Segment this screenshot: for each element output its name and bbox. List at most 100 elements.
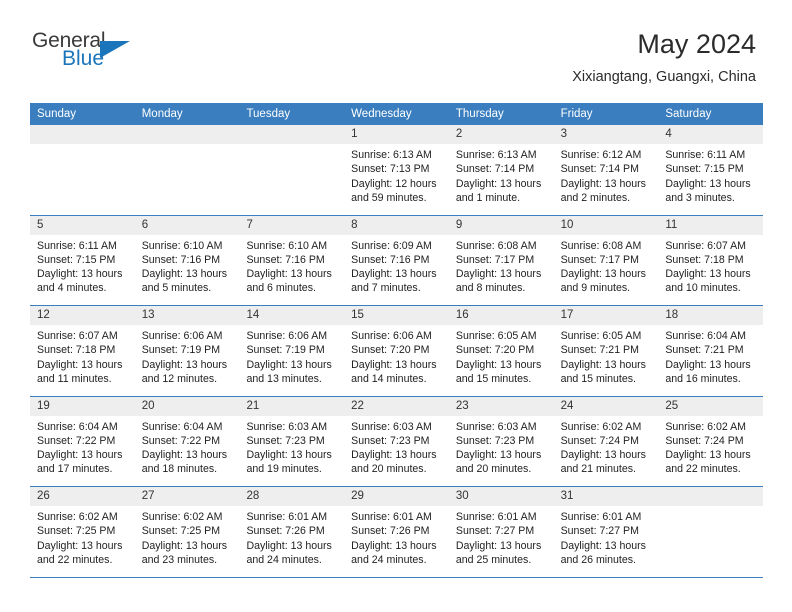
sunset-text: Sunset: 7:26 PM [351, 525, 430, 538]
sunset-text: Sunset: 7:26 PM [246, 525, 325, 538]
calendar-day-cell[interactable]: 15 Sunrise: 6:06 AM Sunset: 7:20 PM Dayligh… [344, 306, 449, 396]
sunset-text: Sunset: 7:27 PM [560, 525, 639, 538]
day-details: Sunrise: 6:13 AM Sunset: 7:14 PM Daylight:… [449, 144, 554, 205]
calendar-day-cell[interactable]: 31 Sunrise: 6:01 AM Sunset: 7:27 PM Dayligh… [553, 487, 659, 577]
day-number [30, 125, 135, 144]
daylight-text-line1: Daylight: 13 hours [141, 268, 228, 281]
page-header: General Blue May 2024 Xixiangtang, Guang… [0, 0, 792, 84]
daylight-text-line1: Daylight: 13 hours [455, 358, 542, 371]
daylight-text-line2: and 5 minutes. [141, 282, 212, 295]
weekday-header-saturday: Saturday [665, 108, 712, 120]
daylight-text-line2: and 19 minutes. [246, 463, 322, 476]
calendar-day-cell[interactable]: 16 Sunrise: 6:05 AM Sunset: 7:20 PM Dayligh… [448, 306, 554, 396]
day-details: Sunrise: 6:01 AM Sunset: 7:26 PM Daylight:… [344, 506, 449, 567]
calendar-day-cell[interactable]: 12 Sunrise: 6:07 AM Sunset: 7:18 PM Dayligh… [30, 306, 135, 396]
sunrise-text: Sunrise: 6:07 AM [665, 239, 746, 252]
calendar-day-cell[interactable]: 23 Sunrise: 6:03 AM Sunset: 7:23 PM Dayligh… [448, 396, 554, 486]
daylight-text-line1: Daylight: 13 hours [560, 449, 646, 462]
sunrise-text: Sunrise: 6:02 AM [37, 511, 118, 523]
day-details: Sunrise: 6:04 AM Sunset: 7:22 PM Daylight:… [30, 416, 135, 477]
daylight-text-line1: Daylight: 13 hours [37, 539, 123, 552]
calendar-day-cell[interactable]: 25 Sunrise: 6:02 AM Sunset: 7:24 PM Dayligh… [658, 396, 764, 486]
day-details: Sunrise: 6:02 AM Sunset: 7:24 PM Daylight:… [658, 416, 763, 477]
day-number: 27 [134, 487, 240, 506]
calendar-day-cell[interactable]: 10 Sunrise: 6:08 AM Sunset: 7:17 PM Dayligh… [553, 215, 659, 305]
calendar-day-cell[interactable]: 2 Sunrise: 6:13 AM Sunset: 7:14 PM Daylight… [448, 125, 554, 215]
sunrise-text: Sunrise: 6:09 AM [351, 239, 432, 252]
calendar-day-cell[interactable]: 9 Sunrise: 6:08 AM Sunset: 7:17 PM Daylight… [448, 215, 554, 305]
daylight-text-line2: and 11 minutes. [37, 372, 112, 385]
calendar-day-cell[interactable]: 6 Sunrise: 6:10 AM Sunset: 7:16 PM Daylight… [134, 215, 240, 305]
day-number: 15 [344, 306, 449, 325]
day-details: Sunrise: 6:07 AM Sunset: 7:18 PM Daylight:… [30, 325, 135, 386]
daylight-text-line1: Daylight: 13 hours [665, 268, 751, 281]
weekday-header-row: Sunday Monday Tuesday Wednesday Thursday… [30, 103, 763, 125]
calendar-day-cell[interactable]: 1 Sunrise: 6:13 AM Sunset: 7:13 PM Daylight… [344, 125, 449, 215]
weekday-header-thursday: Thursday [455, 108, 504, 120]
calendar-week-row: 12 Sunrise: 6:07 AM Sunset: 7:18 PM Dayligh… [30, 306, 764, 397]
daylight-text-line1: Daylight: 13 hours [351, 539, 437, 552]
calendar-day-cell[interactable]: 3 Sunrise: 6:12 AM Sunset: 7:14 PM Daylight… [553, 125, 659, 215]
daylight-text-line2: and 24 minutes. [246, 553, 322, 566]
calendar-day-cell-empty [134, 125, 240, 215]
sunrise-text: Sunrise: 6:05 AM [455, 330, 537, 342]
calendar-day-cell[interactable]: 17 Sunrise: 6:05 AM Sunset: 7:21 PM Dayligh… [553, 306, 659, 396]
calendar-day-cell[interactable]: 21 Sunrise: 6:03 AM Sunset: 7:23 PM Dayligh… [239, 396, 345, 486]
day-number: 18 [658, 306, 764, 325]
weekday-header-monday: Monday [141, 108, 183, 120]
title-block: May 2024 Xixiangtang, Guangxi, China [572, 29, 756, 84]
daylight-text-line1: Daylight: 13 hours [141, 539, 228, 552]
calendar-day-cell[interactable]: 11 Sunrise: 6:07 AM Sunset: 7:18 PM Dayligh… [658, 215, 764, 305]
general-blue-logo[interactable]: General Blue [32, 30, 152, 78]
day-details: Sunrise: 6:13 AM Sunset: 7:13 PM Daylight:… [344, 144, 449, 205]
daylight-text-line1: Daylight: 13 hours [665, 177, 751, 190]
daylight-text-line2: and 24 minutes. [351, 553, 427, 566]
daylight-text-line1: Daylight: 13 hours [246, 539, 332, 552]
calendar-day-cell[interactable]: 5 Sunrise: 6:11 AM Sunset: 7:15 PM Daylight… [30, 215, 135, 305]
sunrise-text: Sunrise: 6:06 AM [246, 330, 328, 342]
sunrise-text: Sunrise: 6:02 AM [665, 420, 746, 433]
day-details: Sunrise: 6:11 AM Sunset: 7:15 PM Daylight:… [658, 144, 763, 205]
calendar-day-cell[interactable]: 13 Sunrise: 6:06 AM Sunset: 7:19 PM Dayligh… [134, 306, 240, 396]
calendar-day-cell[interactable]: 7 Sunrise: 6:10 AM Sunset: 7:16 PM Daylight… [239, 215, 345, 305]
calendar-day-cell[interactable]: 8 Sunrise: 6:09 AM Sunset: 7:16 PM Daylight… [344, 215, 449, 305]
calendar-day-cell[interactable]: 29 Sunrise: 6:01 AM Sunset: 7:26 PM Dayligh… [344, 487, 449, 577]
daylight-text-line1: Daylight: 13 hours [455, 177, 542, 190]
sunset-text: Sunset: 7:24 PM [560, 434, 639, 447]
daylight-text-line2: and 15 minutes. [455, 372, 532, 385]
daylight-text-line2: and 8 minutes. [455, 282, 526, 295]
daylight-text-line2: and 22 minutes. [37, 553, 113, 566]
sunrise-text: Sunrise: 6:13 AM [455, 149, 537, 161]
calendar-day-cell[interactable]: 19 Sunrise: 6:04 AM Sunset: 7:22 PM Dayligh… [30, 396, 135, 486]
calendar-day-cell[interactable]: 24 Sunrise: 6:02 AM Sunset: 7:24 PM Dayligh… [553, 396, 659, 486]
calendar-day-cell[interactable]: 28 Sunrise: 6:01 AM Sunset: 7:26 PM Dayligh… [239, 487, 345, 577]
daylight-text-line1: Daylight: 13 hours [141, 358, 228, 371]
sunset-text: Sunset: 7:23 PM [455, 434, 535, 447]
sunset-text: Sunset: 7:18 PM [665, 253, 744, 266]
sunset-text: Sunset: 7:24 PM [665, 434, 744, 447]
day-number: 11 [658, 215, 764, 235]
calendar-day-cell[interactable]: 4 Sunrise: 6:11 AM Sunset: 7:15 PM Daylight… [658, 125, 764, 215]
day-number: 3 [553, 125, 659, 144]
sunset-text: Sunset: 7:16 PM [141, 253, 221, 266]
day-details: Sunrise: 6:10 AM Sunset: 7:16 PM Daylight:… [135, 235, 240, 296]
day-details: Sunrise: 6:09 AM Sunset: 7:16 PM Daylight:… [344, 235, 449, 296]
day-details: Sunrise: 6:03 AM Sunset: 7:23 PM Daylight:… [239, 416, 344, 477]
daylight-text-line1: Daylight: 13 hours [351, 358, 437, 371]
daylight-text-line1: Daylight: 13 hours [246, 358, 332, 371]
calendar-day-cell[interactable]: 30 Sunrise: 6:01 AM Sunset: 7:27 PM Dayligh… [448, 487, 554, 577]
sunrise-text: Sunrise: 6:04 AM [141, 420, 223, 433]
daylight-text-line2: and 12 minutes. [141, 372, 218, 385]
calendar-day-cell[interactable]: 18 Sunrise: 6:04 AM Sunset: 7:21 PM Dayligh… [658, 306, 764, 396]
day-number: 24 [553, 396, 659, 416]
calendar-day-cell[interactable]: 26 Sunrise: 6:02 AM Sunset: 7:25 PM Dayligh… [30, 487, 135, 577]
sunrise-text: Sunrise: 6:01 AM [560, 511, 642, 523]
sunset-text: Sunset: 7:22 PM [37, 434, 116, 447]
calendar-day-cell[interactable]: 14 Sunrise: 6:06 AM Sunset: 7:19 PM Dayligh… [239, 306, 345, 396]
weekday-header-tuesday: Tuesday [246, 108, 291, 120]
sunset-text: Sunset: 7:17 PM [560, 253, 639, 266]
calendar-day-cell[interactable]: 22 Sunrise: 6:03 AM Sunset: 7:23 PM Dayligh… [344, 396, 449, 486]
calendar-day-cell[interactable]: 20 Sunrise: 6:04 AM Sunset: 7:22 PM Dayligh… [134, 396, 240, 486]
daylight-text-line2: and 22 minutes. [665, 463, 741, 476]
calendar-day-cell[interactable]: 27 Sunrise: 6:02 AM Sunset: 7:25 PM Dayligh… [134, 487, 240, 577]
